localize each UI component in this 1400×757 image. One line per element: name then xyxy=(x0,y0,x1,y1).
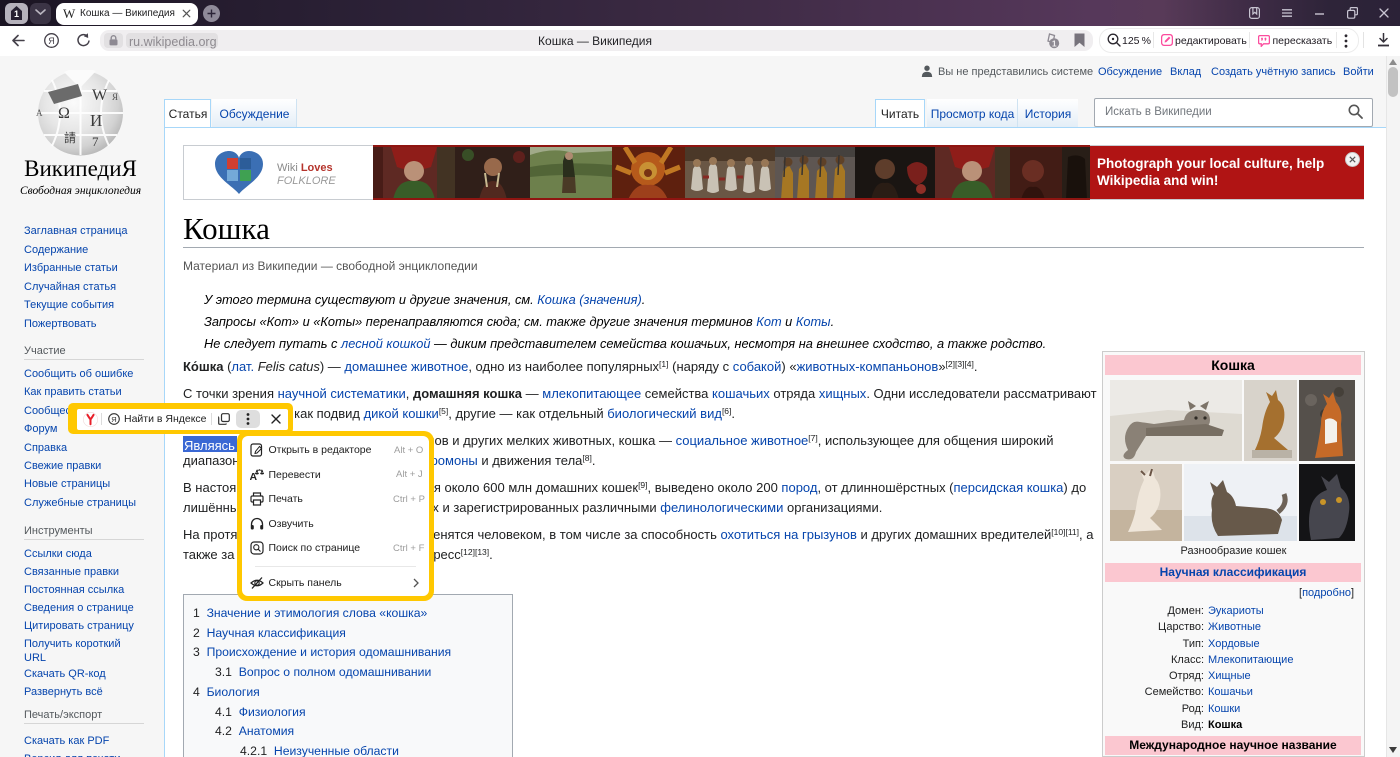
svg-text:Ω: Ω xyxy=(58,105,70,122)
svg-text:1: 1 xyxy=(1052,38,1057,48)
svg-text:請: 請 xyxy=(64,131,76,145)
svg-text:1: 1 xyxy=(14,9,19,19)
svg-text:Свободная энциклопедия: Свободная энциклопедия xyxy=(20,185,141,197)
svg-text:А: А xyxy=(36,108,43,118)
svg-text:ВикипедиЯ: ВикипедиЯ xyxy=(24,156,137,181)
svg-text:Я: Я xyxy=(112,92,118,102)
svg-text:Я: Я xyxy=(48,36,55,46)
svg-text:И: И xyxy=(90,111,102,130)
svg-text:7: 7 xyxy=(92,134,99,149)
svg-text:W: W xyxy=(92,87,108,104)
svg-text:Я: Я xyxy=(111,415,116,424)
